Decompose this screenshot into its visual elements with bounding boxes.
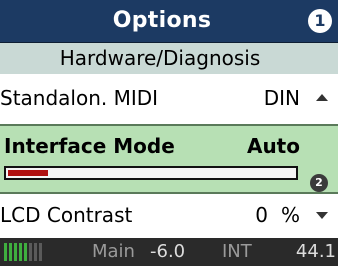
step-badge-1: 1 bbox=[308, 9, 332, 33]
step-badge-2: 2 bbox=[310, 174, 328, 192]
option-label: Standalon. MIDI bbox=[0, 86, 159, 110]
option-value: 0 bbox=[255, 203, 268, 227]
meter-segment bbox=[39, 243, 42, 261]
option-label: Interface Mode bbox=[4, 134, 175, 158]
option-unit: % bbox=[280, 203, 300, 227]
option-row-standalone-midi[interactable]: Standalon. MIDI DIN bbox=[0, 74, 338, 124]
meter-segment bbox=[24, 243, 27, 261]
meter-segment bbox=[9, 243, 12, 261]
meter-segment bbox=[34, 243, 37, 261]
progress-bar bbox=[4, 166, 298, 180]
level-meter bbox=[4, 243, 44, 261]
option-value: Auto bbox=[246, 134, 300, 158]
option-row-lcd-contrast[interactable]: LCD Contrast 0 % bbox=[0, 194, 338, 238]
status-bar: Main -6.0 INT 44.1 bbox=[0, 238, 338, 266]
clock-source-label: INT bbox=[222, 241, 252, 262]
arrow-up-icon[interactable] bbox=[316, 94, 328, 101]
meter-segment bbox=[29, 243, 32, 261]
option-value: DIN bbox=[263, 86, 300, 110]
progress-fill bbox=[8, 170, 48, 176]
option-label: LCD Contrast bbox=[0, 203, 133, 227]
meter-segment bbox=[19, 243, 22, 261]
sample-rate: 44.1 bbox=[295, 241, 336, 262]
arrow-down-icon[interactable] bbox=[316, 212, 328, 219]
section-header: Hardware/Diagnosis bbox=[0, 43, 338, 74]
output-level: -6.0 bbox=[150, 241, 186, 262]
page-title: Options bbox=[112, 8, 212, 33]
meter-segment bbox=[14, 243, 17, 261]
title-bar: Options 1 bbox=[0, 0, 338, 43]
meter-segment bbox=[4, 243, 7, 261]
output-label: Main bbox=[92, 241, 135, 262]
option-row-interface-mode[interactable]: Interface Mode Auto 2 bbox=[0, 124, 338, 194]
